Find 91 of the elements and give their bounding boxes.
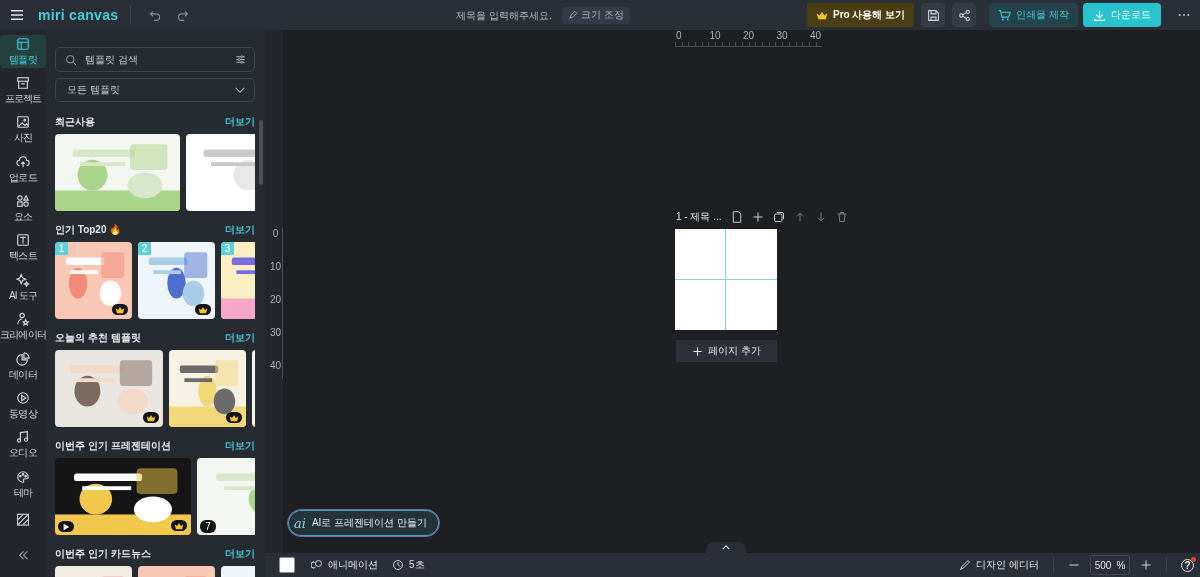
rank-badge: 2 <box>138 242 151 255</box>
ruler-label: 30 <box>775 30 789 43</box>
chevron-down-icon <box>234 86 246 94</box>
duration-button[interactable]: 5초 <box>392 558 425 572</box>
crown-icon <box>816 10 828 20</box>
resize-button[interactable]: 크기 조정 <box>562 6 630 24</box>
more-icon[interactable] <box>1178 13 1190 17</box>
save-button[interactable] <box>921 3 946 27</box>
share-icon <box>957 8 971 22</box>
add-icon[interactable] <box>751 211 764 223</box>
person-star-icon <box>16 312 30 327</box>
sidebar-tab[interactable]: 프로젝트 <box>0 74 46 108</box>
ruler-label: 20 <box>742 30 756 43</box>
ruler-label: 0 <box>271 228 280 241</box>
clock-icon <box>392 559 404 571</box>
template-filter-dropdown[interactable]: 모든 템플릿 <box>55 78 255 102</box>
share-button[interactable] <box>952 3 977 27</box>
scrollbar[interactable] <box>259 120 263 185</box>
ruler-label: 30 <box>269 327 282 340</box>
ruler-label: 20 <box>269 294 282 307</box>
sidebar-tab[interactable]: 동영상 <box>0 389 46 423</box>
sparkle-icon <box>16 272 30 287</box>
cloud-upload-icon <box>16 154 30 169</box>
archive-box-icon <box>16 76 30 91</box>
layout-icon <box>16 36 30 51</box>
sidebar-tab[interactable]: AI 도구 <box>0 271 46 305</box>
ruler-label: 10 <box>708 30 722 43</box>
section-title: 이번주 인기 프레젠테이션 <box>55 439 171 453</box>
page-title[interactable]: 1 - 제목 ... <box>676 210 722 224</box>
ruler-label: 40 <box>269 360 282 373</box>
sidebar-tab[interactable]: 테마 <box>0 467 46 502</box>
menu-icon[interactable] <box>10 9 24 21</box>
pattern-icon[interactable] <box>16 513 30 527</box>
sidebar-tab[interactable]: 사진 <box>0 113 46 148</box>
see-more-link[interactable]: 더보기 <box>225 331 255 345</box>
rank-badge: 3 <box>221 242 234 255</box>
section-title: 인기 Top20 🔥 <box>55 223 122 237</box>
sidebar-tab[interactable]: 요소 <box>0 192 46 226</box>
download-icon <box>1093 8 1106 22</box>
shapes-icon <box>16 194 30 209</box>
ruler-label: 0 <box>675 30 683 43</box>
cart-icon <box>998 8 1012 22</box>
duplicate-icon[interactable] <box>772 211 785 223</box>
new-page-icon[interactable] <box>730 211 743 223</box>
sidebar-tab[interactable]: 오디오 <box>0 428 46 462</box>
section-title: 최근사용 <box>55 115 95 129</box>
ruler-label: 40 <box>809 30 823 43</box>
see-more-link[interactable]: 더보기 <box>225 547 255 561</box>
text-icon <box>16 233 30 248</box>
logo[interactable]: miri canvas <box>38 7 119 23</box>
music-note-icon <box>16 430 30 445</box>
see-more-link[interactable]: 더보기 <box>225 223 255 237</box>
sidebar-tab[interactable]: 크리에이터 <box>0 310 46 344</box>
ai-presentation-button[interactable]: ai AI로 프레젠테이션 만들기 <box>287 509 440 537</box>
see-more-link[interactable]: 더보기 <box>225 115 255 129</box>
search-icon <box>65 53 77 66</box>
save-icon <box>926 8 940 22</box>
plus-icon <box>692 345 704 357</box>
pie-chart-icon <box>16 351 30 366</box>
add-page-button[interactable]: 페이지 추가 <box>676 340 777 362</box>
zoom-in-icon[interactable] <box>1140 559 1152 571</box>
section-title: 오늘의 추천 템플릿 <box>55 331 141 345</box>
image-icon <box>16 115 30 130</box>
rank-badge: 1 <box>55 242 68 255</box>
trash-icon[interactable] <box>835 211 848 223</box>
collapse-icon[interactable] <box>16 548 30 562</box>
undo-icon[interactable] <box>149 8 163 22</box>
sidebar-tab[interactable]: 업로드 <box>0 153 46 187</box>
sidebar-tab[interactable]: 데이터 <box>0 349 46 384</box>
ruler-label: 10 <box>269 261 282 274</box>
title-field[interactable]: 제목을 입력해주세요. <box>420 8 554 22</box>
filter-icon[interactable] <box>235 54 246 65</box>
search-field[interactable]: 템플릿 검색 <box>55 47 255 72</box>
circles-icon <box>311 559 323 571</box>
pencil-icon <box>568 10 578 20</box>
sidebar-tab[interactable]: 템플릿 <box>0 35 46 69</box>
section-title: 이번주 인기 카드뉴스 <box>55 547 151 561</box>
animation-button[interactable]: 애니메이션 <box>311 558 378 572</box>
chevron-up-icon <box>722 545 730 550</box>
pro-trial-button[interactable]: Pro 사용해 보기 <box>807 3 915 27</box>
design-editor-button[interactable]: 디자인 에디터 <box>959 558 1039 572</box>
expand-pages-button[interactable] <box>706 542 746 553</box>
print-order-button[interactable]: 인쇄물 제작 <box>989 3 1078 27</box>
sidebar-tab[interactable]: 텍스트 <box>0 231 46 266</box>
zoom-field[interactable]: 500 % <box>1090 555 1130 575</box>
palette-icon <box>16 469 30 484</box>
see-more-link[interactable]: 더보기 <box>225 439 255 453</box>
brush-icon <box>959 559 972 571</box>
play-icon <box>16 390 30 405</box>
background-color-swatch[interactable] <box>279 557 295 573</box>
redo-icon[interactable] <box>176 8 190 22</box>
